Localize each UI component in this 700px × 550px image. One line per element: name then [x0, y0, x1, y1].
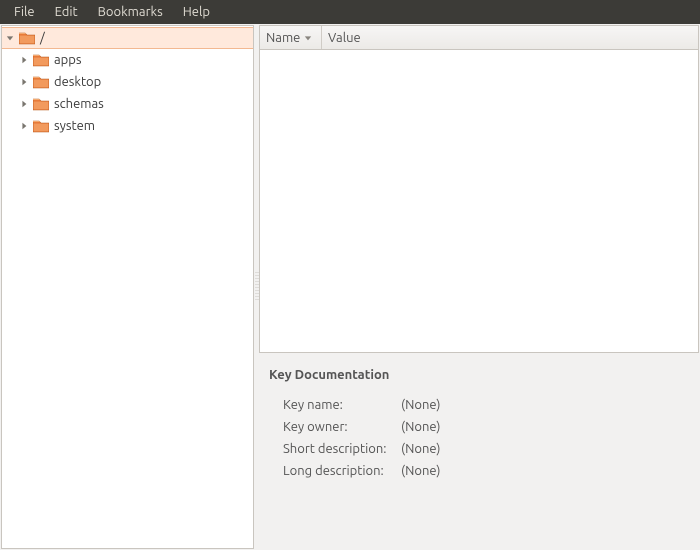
key-list: Name Value [259, 25, 699, 353]
directory-tree[interactable]: / apps desktop [2, 26, 253, 548]
column-label: Value [328, 31, 361, 45]
column-header-value[interactable]: Value [322, 26, 698, 49]
tree-row-apps[interactable]: apps [2, 49, 253, 71]
doc-key-name-value: (None) [401, 398, 690, 412]
menu-help[interactable]: Help [173, 2, 220, 22]
column-label: Name [266, 31, 300, 45]
expander-right-icon[interactable] [18, 120, 30, 132]
tree-panel: / apps desktop [1, 25, 254, 549]
doc-long-desc-label: Long description: [283, 464, 401, 478]
documentation-panel: Key Documentation Key name: (None) Key o… [259, 360, 700, 550]
tree-label: desktop [54, 75, 101, 89]
menu-bookmarks[interactable]: Bookmarks [88, 2, 173, 22]
doc-key-owner-label: Key owner: [283, 420, 401, 434]
doc-title: Key Documentation [269, 368, 690, 382]
menu-edit[interactable]: Edit [45, 2, 88, 22]
doc-short-desc-value: (None) [401, 442, 690, 456]
tree-row-schemas[interactable]: schemas [2, 93, 253, 115]
content-area: / apps desktop [0, 24, 700, 550]
doc-key-owner-value: (None) [401, 420, 690, 434]
list-header: Name Value [260, 26, 698, 50]
doc-long-desc-value: (None) [401, 464, 690, 478]
tree-label: apps [54, 53, 82, 67]
expander-right-icon[interactable] [18, 54, 30, 66]
tree-row-system[interactable]: system [2, 115, 253, 137]
expander-down-icon[interactable] [4, 32, 16, 44]
doc-grid: Key name: (None) Key owner: (None) Short… [283, 398, 690, 478]
tree-label-root: / [40, 31, 45, 45]
list-body[interactable] [260, 50, 698, 352]
menu-file[interactable]: File [4, 2, 45, 22]
doc-short-desc-label: Short description: [283, 442, 401, 456]
expander-right-icon[interactable] [18, 98, 30, 110]
menubar: File Edit Bookmarks Help [0, 0, 700, 24]
folder-icon [32, 96, 50, 112]
sort-descending-icon [304, 34, 312, 42]
tree-label: schemas [54, 97, 104, 111]
doc-key-name-label: Key name: [283, 398, 401, 412]
expander-right-icon[interactable] [18, 76, 30, 88]
folder-icon [32, 118, 50, 134]
tree-label: system [54, 119, 95, 133]
folder-icon [32, 74, 50, 90]
tree-row-root[interactable]: / [2, 27, 253, 49]
right-panel: Name Value Key Documentation Key name: (… [259, 24, 700, 550]
folder-icon [18, 30, 36, 46]
folder-icon [32, 52, 50, 68]
vertical-splitter[interactable] [255, 24, 259, 550]
tree-row-desktop[interactable]: desktop [2, 71, 253, 93]
column-header-name[interactable]: Name [260, 26, 322, 49]
